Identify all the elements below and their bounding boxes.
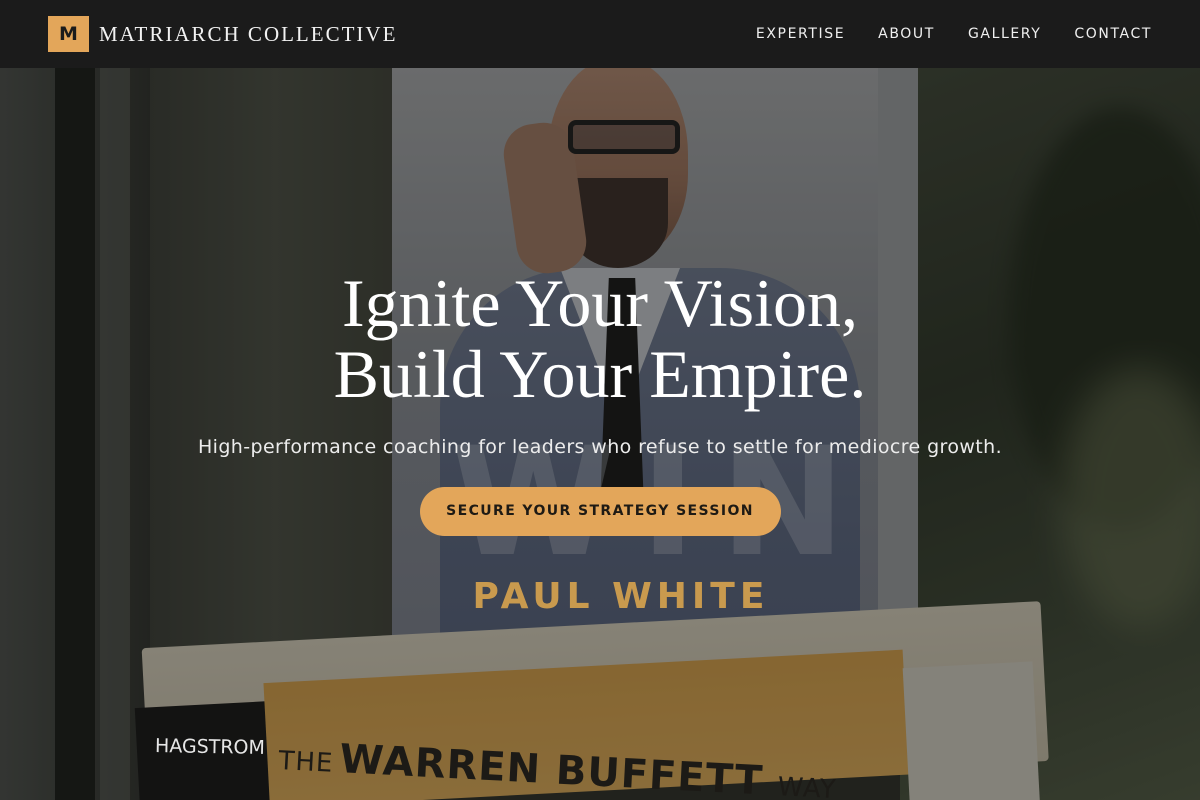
brand-logo[interactable]: M MATRIARCH COLLECTIVE bbox=[48, 16, 397, 52]
top-navigation: M MATRIARCH COLLECTIVE EXPERTISE ABOUT G… bbox=[0, 0, 1200, 68]
hero-headline: Ignite Your Vision, Build Your Empire. bbox=[0, 268, 1200, 410]
hero-content: Ignite Your Vision, Build Your Empire. H… bbox=[0, 268, 1200, 536]
brand-mark-icon: M bbox=[48, 16, 89, 52]
nav-item-expertise[interactable]: EXPERTISE bbox=[756, 26, 845, 42]
brand-name: MATRIARCH COLLECTIVE bbox=[99, 21, 398, 46]
headline-line-1: Ignite Your Vision, bbox=[341, 265, 859, 341]
hero-subheadline: High-performance coaching for leaders wh… bbox=[197, 436, 1003, 458]
book-spine-author: HAGSTROM bbox=[154, 735, 266, 759]
headline-line-2: Build Your Empire. bbox=[333, 336, 867, 412]
nav-item-contact[interactable]: CONTACT bbox=[1074, 26, 1152, 42]
book-title-suffix: WAY bbox=[776, 772, 838, 800]
nav-links: EXPERTISE ABOUT GALLERY CONTACT bbox=[756, 26, 1152, 42]
strategy-session-button[interactable]: SECURE YOUR STRATEGY SESSION bbox=[419, 487, 781, 536]
nav-item-about[interactable]: ABOUT bbox=[878, 26, 935, 42]
nav-item-gallery[interactable]: GALLERY bbox=[968, 26, 1041, 42]
cover-author: PAUL WHITE bbox=[472, 576, 770, 617]
book-title-prefix: THE bbox=[277, 745, 335, 779]
